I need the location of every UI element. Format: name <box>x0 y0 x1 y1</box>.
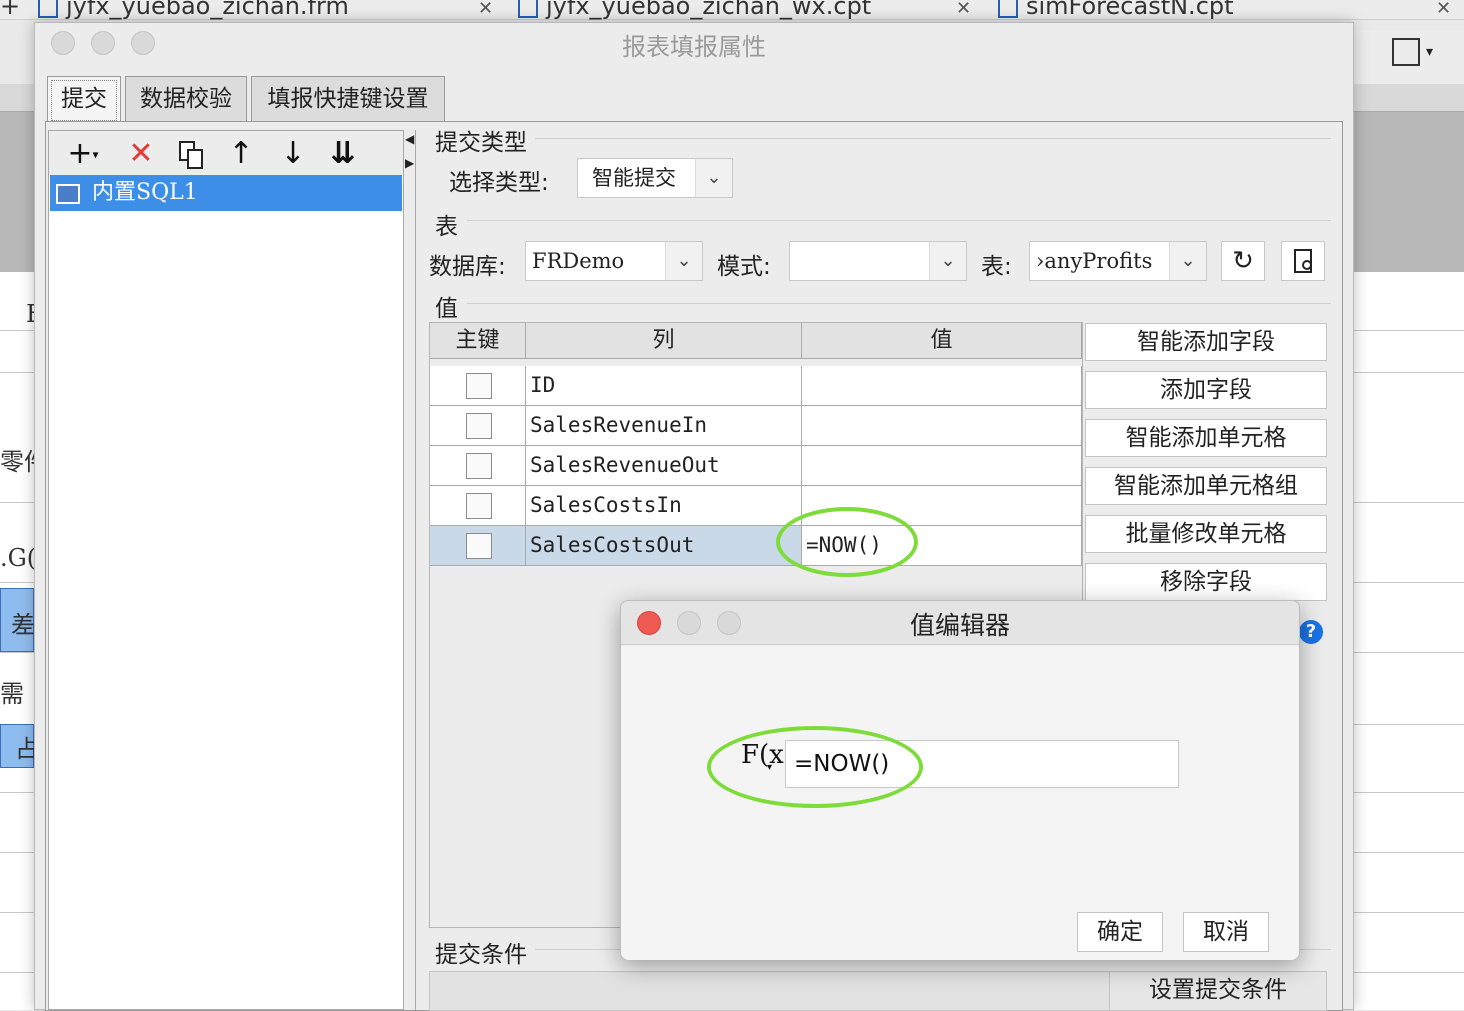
tab-submit[interactable]: 提交 <box>47 76 121 124</box>
value-editor-body: F(x) ▾ =NOW() 确定 取消 <box>621 646 1299 960</box>
primary-key-checkbox[interactable] <box>466 453 492 479</box>
move-down-icon[interactable]: ↓ <box>271 131 315 177</box>
preview-table-icon[interactable] <box>1281 241 1325 281</box>
frame-icon[interactable] <box>1392 38 1420 66</box>
submit-condition-section: 提交条件 <box>435 942 527 968</box>
dialog-titlebar: 报表填报属性 <box>35 23 1353 65</box>
close-icon[interactable]: ✕ <box>478 0 493 19</box>
value-editor-title: 值编辑器 <box>909 611 1010 640</box>
primary-key-checkbox[interactable] <box>466 413 492 439</box>
close-icon[interactable]: ✕ <box>956 0 971 19</box>
table-row[interactable]: SalesCostsIn <box>430 486 1082 526</box>
refresh-icon[interactable]: ↻ <box>1221 241 1265 281</box>
column-header-key[interactable]: 主键 <box>430 323 526 359</box>
expand-right-icon[interactable]: ▶ <box>405 156 414 170</box>
background-toolbar: ▾ <box>1354 30 1464 84</box>
cancel-button[interactable]: 取消 <box>1183 912 1269 952</box>
column-name: SalesRevenueOut <box>526 446 802 486</box>
schema-select[interactable]: ⌄ <box>789 241 967 281</box>
smart-add-cell-group-button[interactable]: 智能添加单元格组 <box>1085 467 1327 505</box>
sql-list-toolbar: +▾ ✕ ↑ ↓ ⇊ <box>49 131 403 177</box>
tab-shortcut-settings[interactable]: 填报快捷键设置 <box>251 76 445 122</box>
document-icon <box>998 0 1018 18</box>
background-cell: 差 <box>0 588 35 652</box>
background-tab-bar: + jyfx_yuebao_zichan.frm ✕ jyfx_yuebao_z… <box>0 0 1464 20</box>
table-row-selected[interactable]: SalesCostsOut =NOW() <box>430 526 1082 566</box>
smart-add-field-button[interactable]: 智能添加字段 <box>1085 323 1327 361</box>
value-editor-titlebar: 值编辑器 <box>621 601 1299 645</box>
column-header-column[interactable]: 列 <box>526 323 802 359</box>
values-section: 值 <box>435 296 458 322</box>
chevron-down-icon: ⌄ <box>1169 242 1206 280</box>
delete-icon[interactable]: ✕ <box>119 131 163 177</box>
set-submit-condition-button[interactable]: 设置提交条件 <box>1109 971 1327 1011</box>
table-row[interactable]: SalesRevenueIn <box>430 406 1082 446</box>
add-icon[interactable]: +▾ <box>57 131 109 177</box>
batch-modify-cells-button[interactable]: 批量修改单元格 <box>1085 515 1327 553</box>
column-name: ID <box>526 366 802 406</box>
database-select[interactable]: FRDemo ⌄ <box>525 241 703 281</box>
add-field-button[interactable]: 添加字段 <box>1085 371 1327 409</box>
table-label: 表: <box>981 254 1012 280</box>
background-cell-text: .G( <box>0 544 37 572</box>
tab-data-validation[interactable]: 数据校验 <box>125 76 247 122</box>
column-name: SalesCostsOut <box>526 526 802 566</box>
close-icon[interactable]: ✕ <box>1436 0 1451 19</box>
smart-add-cell-button[interactable]: 智能添加单元格 <box>1085 419 1327 457</box>
primary-key-checkbox[interactable] <box>466 373 492 399</box>
remove-field-button[interactable]: 移除字段 <box>1085 563 1327 601</box>
highlight-ellipse <box>776 507 918 577</box>
chevron-down-icon[interactable]: ▾ <box>1426 44 1433 60</box>
submit-type-label: 选择类型: <box>449 170 549 196</box>
value-cell[interactable] <box>802 406 1082 446</box>
chevron-down-icon: ⌄ <box>695 159 732 197</box>
background-tab-1[interactable]: jyfx_yuebao_zichan.frm ✕ <box>38 0 508 20</box>
primary-key-checkbox[interactable] <box>466 533 492 559</box>
move-bottom-icon[interactable]: ⇊ <box>321 131 365 177</box>
submit-type-section: 提交类型 <box>435 130 527 156</box>
table-select[interactable]: ›anyProfits ⌄ <box>1029 241 1207 281</box>
database-label: 数据库: <box>429 254 506 280</box>
background-tab-3[interactable]: simForecastN.cpt ✕ <box>998 0 1464 20</box>
panel-splitter[interactable]: ◀ ▶ <box>404 130 416 1010</box>
document-icon <box>38 0 58 18</box>
plus-icon[interactable]: + <box>0 0 24 20</box>
background-cell-text: 需 <box>0 680 24 708</box>
column-name: SalesRevenueIn <box>526 406 802 446</box>
submit-type-select[interactable]: 智能提交 ⌄ <box>577 158 733 198</box>
background-cell: 占 <box>0 724 39 768</box>
ok-button[interactable]: 确定 <box>1077 912 1163 952</box>
table-row[interactable]: ID <box>430 366 1082 406</box>
schema-label: 模式: <box>717 254 771 280</box>
dialog-title: 报表填报属性 <box>622 33 766 61</box>
value-cell[interactable] <box>802 366 1082 406</box>
copy-icon[interactable] <box>167 131 211 177</box>
table-row[interactable]: SalesRevenueOut <box>430 446 1082 486</box>
help-icon[interactable]: ? <box>1299 620 1323 644</box>
table-section: 表 <box>435 214 458 240</box>
chevron-down-icon: ⌄ <box>665 242 702 280</box>
highlight-ellipse <box>707 726 923 808</box>
tree-item-sql1[interactable]: 内置SQL1 <box>50 175 402 211</box>
value-cell[interactable] <box>802 446 1082 486</box>
value-editor-dialog: 值编辑器 F(x) ▾ =NOW() 确定 取消 <box>620 600 1300 960</box>
collapse-left-icon[interactable]: ◀ <box>405 132 414 146</box>
background-tab-2[interactable]: jyfx_yuebao_zichan_wx.cpt ✕ <box>518 0 988 20</box>
document-icon <box>518 0 538 18</box>
sql-list-panel <box>48 130 404 1010</box>
move-up-icon[interactable]: ↑ <box>219 131 263 177</box>
primary-key-checkbox[interactable] <box>466 493 492 519</box>
column-name: SalesCostsIn <box>526 486 802 526</box>
table-icon <box>56 184 80 204</box>
chevron-down-icon: ⌄ <box>929 242 966 280</box>
column-header-value[interactable]: 值 <box>802 323 1082 359</box>
